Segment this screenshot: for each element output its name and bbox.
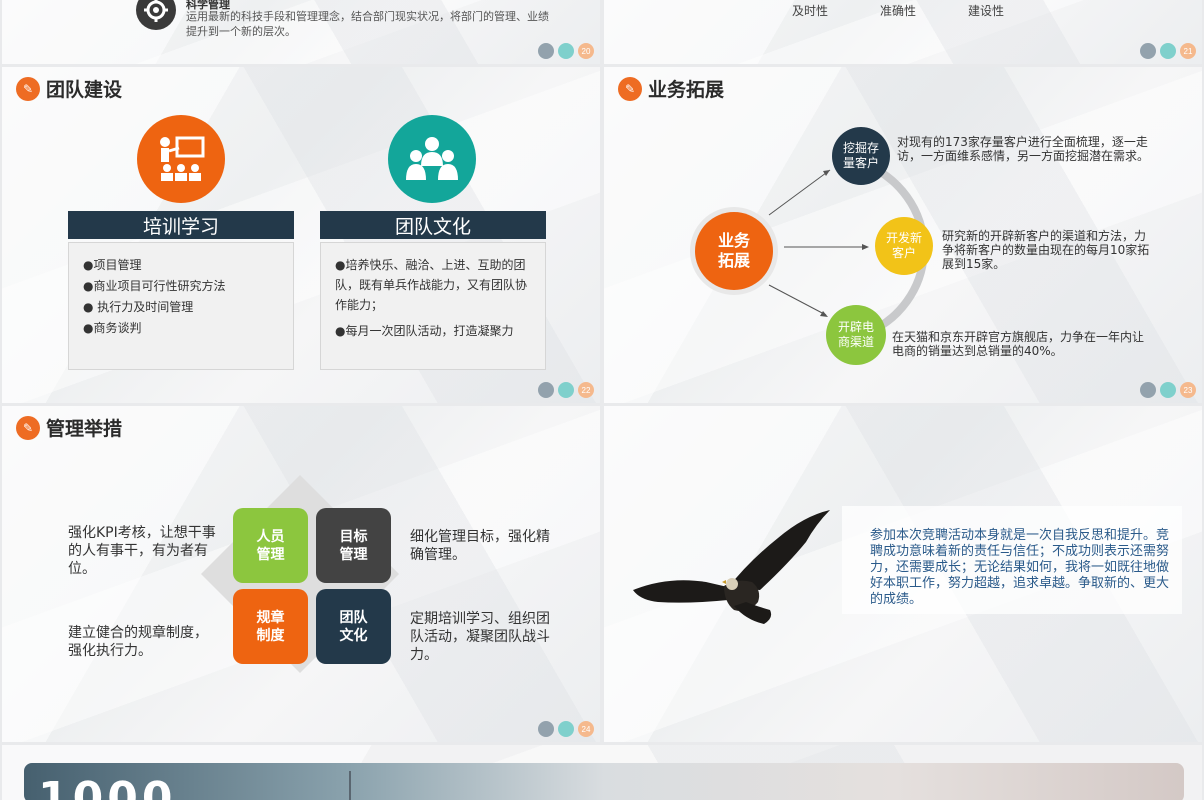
text-team: 定期培训学习、组织团队活动，凝聚团队战斗力。 xyxy=(410,611,550,663)
label-accuracy: 准确性 xyxy=(880,4,917,18)
arrow-head xyxy=(820,311,828,317)
pencil-icon: ✎ xyxy=(16,415,40,440)
arrow-head xyxy=(823,170,830,176)
page-indicator: 20 xyxy=(538,43,594,59)
node-existing-customers: 挖掘存量客户 xyxy=(832,127,890,185)
pager-dot xyxy=(558,43,574,59)
closing-text: 参加本次竞聘活动本身就是一次自我反思和提升。竞聘成功意味着新的责任与信任；不成功… xyxy=(870,528,1170,607)
arrow-line xyxy=(768,284,827,316)
page-indicator: 23 xyxy=(1140,382,1196,398)
slide-22[interactable]: ✎ 团队建设 培训学习 团队文化 ●项目管理 ●商业项目可行性研究方法 ● 执行… xyxy=(2,67,600,403)
pager-dot xyxy=(538,382,554,398)
center-node: 业务拓展 xyxy=(695,212,773,290)
attribute-labels: 及时性 准确性 建设性 xyxy=(792,2,1004,19)
page-number: 24 xyxy=(578,721,594,737)
text-rules: 建立健合的规章制度，强化执行力。 xyxy=(68,625,208,659)
page-number: 23 xyxy=(1180,382,1196,398)
pencil-icon: ✎ xyxy=(16,76,40,101)
label-constructive: 建设性 xyxy=(968,4,1005,18)
slide-title: 团队建设 xyxy=(46,79,123,101)
tile-culture: 团队文化 xyxy=(316,589,391,664)
arrow-head xyxy=(862,244,869,250)
page-indicator: 22 xyxy=(538,382,594,398)
pager-dot xyxy=(1160,43,1176,59)
page-indicator: 24 xyxy=(538,721,594,737)
node-ecommerce: 开辟电商渠道 xyxy=(826,305,886,365)
node-desc-ecommerce: 在天猫和京东开辟官方旗舰店，力争在一年内让电商的销量达到总销量的40%。 xyxy=(892,330,1145,358)
slide-24[interactable]: ✎ 管理举措 人员管理 目标管理 规章制度 团队文化 强化KPI考核，让想干事的… xyxy=(2,406,600,742)
slide-grid: 科学管理 运用最新的科技手段和管理理念，结合部门现实状况，将部门的管理、业绩提升… xyxy=(0,0,1204,800)
tile-goals: 目标管理 xyxy=(316,508,391,583)
pager-dot xyxy=(1140,382,1156,398)
culture-list: ●培养快乐、融洽、上进、互助的团队，既有单兵作战能力，又有团队协作能力； ●每月… xyxy=(320,242,546,370)
label-timeliness: 及时性 xyxy=(792,4,829,18)
page-number: 21 xyxy=(1180,43,1196,59)
list-item: ●每月一次团队活动，打造凝聚力 xyxy=(335,324,514,338)
list-item: ● 执行力及时间管理 xyxy=(83,300,194,314)
slide-26[interactable]: 1000 xyxy=(2,745,1202,800)
tile-rules: 规章制度 xyxy=(233,589,308,664)
page-indicator: 21 xyxy=(1140,43,1196,59)
node-new-customers: 开发新客户 xyxy=(875,217,933,275)
divider xyxy=(349,771,351,800)
arrow-line xyxy=(768,169,831,216)
page-number: 22 xyxy=(578,382,594,398)
team-icon xyxy=(388,115,476,203)
slide-title: 管理举措 xyxy=(46,418,123,440)
list-item: ●项目管理 xyxy=(83,258,142,272)
pager-dot xyxy=(558,721,574,737)
gear-icon xyxy=(136,0,176,30)
text-kpi: 强化KPI考核，让想干事的人有事干，有为者有位。 xyxy=(68,525,216,577)
tile-personnel: 人员管理 xyxy=(233,508,308,583)
big-number: 1000 xyxy=(38,773,177,800)
center-node-ring: 业务拓展 xyxy=(690,207,778,295)
slide-header: ✎ 管理举措 xyxy=(16,414,122,441)
page-number: 20 xyxy=(578,43,594,59)
slide-23[interactable]: ✎ 业务拓展 业务拓展 挖掘存量客户 开发新客户 开辟电商渠道 对现有的173家… xyxy=(604,67,1202,403)
pager-dot xyxy=(538,721,554,737)
node-desc-existing: 对现有的173家存量客户进行全面梳理，逐一走访，一方面维系感情，另一方面挖掘潜在… xyxy=(897,135,1150,163)
node-desc-new: 研究新的开辟新客户的渠道和方法，力争将新客户的数量由现在的每月10家拓展到15家… xyxy=(942,229,1150,271)
training-title: 培训学习 xyxy=(68,211,294,239)
photo-banner: 1000 xyxy=(24,763,1184,800)
list-item: ●培养快乐、融洽、上进、互助的团队，既有单兵作战能力，又有团队协作能力； xyxy=(335,258,528,312)
slide-21[interactable]: 及时性 准确性 建设性 21 xyxy=(604,0,1202,64)
pager-dot xyxy=(1140,43,1156,59)
culture-title: 团队文化 xyxy=(320,211,546,239)
slide-20[interactable]: 科学管理 运用最新的科技手段和管理理念，结合部门现实状况，将部门的管理、业绩提升… xyxy=(2,0,600,64)
pager-dot xyxy=(1160,382,1176,398)
training-list: ●项目管理 ●商业项目可行性研究方法 ● 执行力及时间管理 ●商务谈判 xyxy=(68,242,294,370)
eagle-image xyxy=(633,510,830,624)
presentation-icon xyxy=(137,115,225,203)
slide-header: ✎ 团队建设 xyxy=(16,75,122,102)
pager-dot xyxy=(538,43,554,59)
list-item: ●商务谈判 xyxy=(83,321,142,335)
pager-dot xyxy=(558,382,574,398)
section-text: 运用最新的科技手段和管理理念，结合部门现实状况，将部门的管理、业绩提升到一个新的… xyxy=(186,10,549,38)
slide-25[interactable]: 参加本次竞聘活动本身就是一次自我反思和提升。竞聘成功意味着新的责任与信任；不成功… xyxy=(604,406,1202,742)
text-goals: 细化管理目标，强化精确管理。 xyxy=(410,529,550,563)
list-item: ●商业项目可行性研究方法 xyxy=(83,279,226,293)
center-node-label: 业务拓展 xyxy=(717,231,750,270)
